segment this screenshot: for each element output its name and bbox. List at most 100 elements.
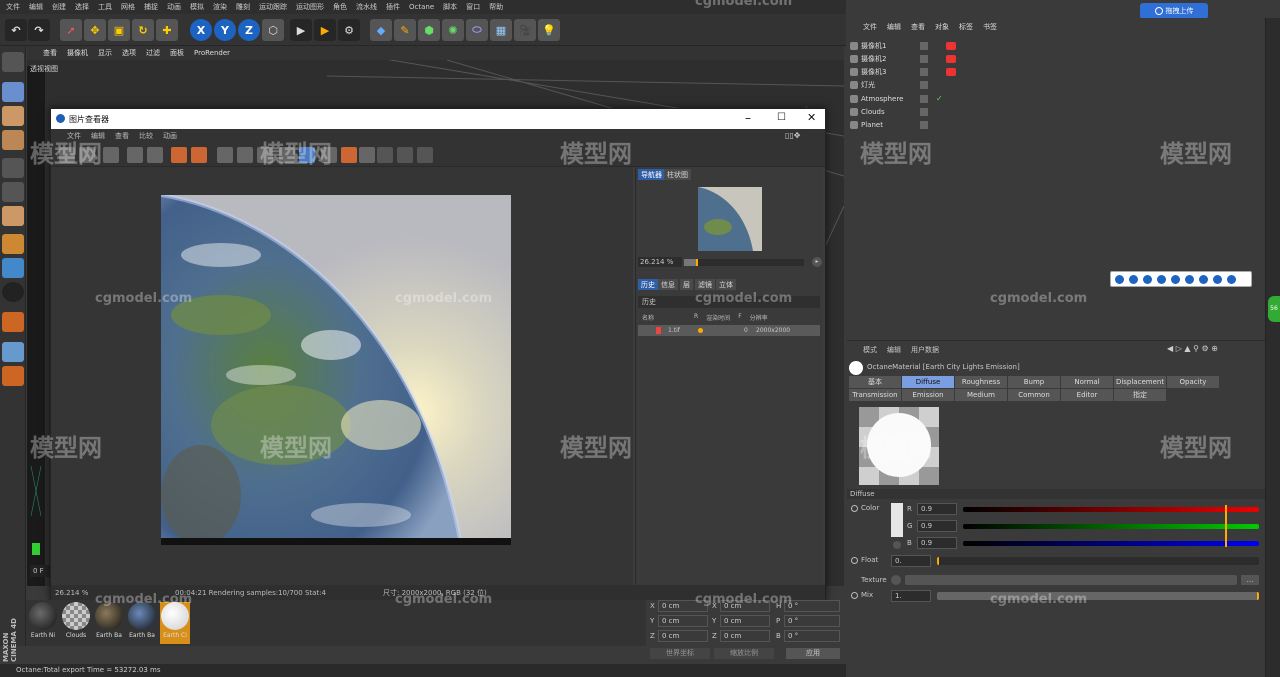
material-tab[interactable]: Emission: [902, 389, 954, 401]
render-settings-icon[interactable]: ⚙: [338, 19, 360, 41]
edges-mode-icon[interactable]: [2, 182, 24, 202]
floor-icon[interactable]: ▦: [490, 19, 512, 41]
menu-item[interactable]: 帮助: [489, 2, 503, 12]
world-coords-dropdown[interactable]: 世界坐标: [650, 648, 710, 659]
visibility-icon[interactable]: [920, 120, 928, 129]
menu-item[interactable]: 角色: [333, 2, 347, 12]
visibility-icon[interactable]: [920, 67, 928, 76]
pv-menu-item[interactable]: 动画: [163, 131, 177, 141]
zoom-arrow-icon[interactable]: ▸: [812, 257, 822, 267]
render-view-icon[interactable]: [127, 147, 143, 163]
apply-button[interactable]: 应用: [786, 648, 840, 659]
tab-histogram[interactable]: 柱状图: [664, 169, 691, 180]
float-anim-icon[interactable]: [851, 557, 858, 564]
tab-info[interactable]: 信息: [658, 279, 678, 290]
object-row[interactable]: 摄像机1: [850, 39, 960, 52]
ime-floating-toolbar[interactable]: [1110, 271, 1252, 287]
material-tab[interactable]: Common: [1008, 389, 1060, 401]
viewport-menu-item[interactable]: ProRender: [194, 49, 230, 57]
layout-3-icon[interactable]: [417, 147, 433, 163]
tab-stereo[interactable]: 立体: [716, 279, 736, 290]
material-tab[interactable]: 基本: [849, 376, 901, 388]
material-tab[interactable]: 指定: [1114, 389, 1166, 401]
material-swatch[interactable]: Earth Ni: [28, 602, 58, 644]
undo-icon[interactable]: ↶: [5, 19, 27, 41]
fit-icon[interactable]: [279, 147, 295, 163]
right-edge-tabs[interactable]: [1265, 18, 1280, 677]
redo-icon[interactable]: ↷: [28, 19, 50, 41]
deformer-icon[interactable]: ⬭: [466, 19, 488, 41]
render-region-icon[interactable]: [147, 147, 163, 163]
material-tab[interactable]: Editor: [1061, 389, 1113, 401]
scale-icon[interactable]: ▣: [108, 19, 130, 41]
material-swatch[interactable]: Clouds: [61, 602, 91, 644]
window-layout-icons[interactable]: ▯▯✥: [785, 131, 821, 141]
axis-z-icon[interactable]: Z: [238, 19, 260, 41]
material-swatch[interactable]: Earth Ci: [160, 602, 190, 644]
pv-menu-item[interactable]: 查看: [115, 131, 129, 141]
b-slider[interactable]: [963, 541, 1259, 546]
pv-menu-item[interactable]: 文件: [67, 131, 81, 141]
material-tab[interactable]: Roughness: [955, 376, 1007, 388]
viewport-menu-item[interactable]: 选项: [122, 48, 136, 58]
object-menu-item[interactable]: 文件: [863, 22, 877, 32]
check-icon[interactable]: ✓: [936, 94, 943, 103]
menu-item[interactable]: 动画: [167, 2, 181, 12]
layout-2-icon[interactable]: [397, 147, 413, 163]
coord-z2-field[interactable]: 0 cm: [720, 630, 770, 642]
histogram-icon[interactable]: [321, 147, 337, 163]
menu-item[interactable]: 流水线: [356, 2, 377, 12]
points-mode-icon[interactable]: [2, 158, 24, 178]
menu-item[interactable]: 插件: [386, 2, 400, 12]
object-row[interactable]: 灯光: [850, 78, 960, 91]
side-badge-icon[interactable]: 56: [1268, 296, 1280, 322]
b-field[interactable]: 0.9: [917, 537, 957, 549]
visibility-icon[interactable]: [920, 41, 928, 50]
render-view-icon[interactable]: ▶: [290, 19, 312, 41]
make-editable-icon[interactable]: [2, 52, 24, 72]
compare-a-icon[interactable]: [217, 147, 233, 163]
coord-y2-field[interactable]: 0 cm: [720, 615, 770, 627]
workplane-lock-icon[interactable]: [2, 366, 24, 386]
ime-settings-icon[interactable]: [1227, 274, 1236, 284]
object-menu-item[interactable]: 查看: [911, 22, 925, 32]
menu-item[interactable]: 窗口: [466, 2, 480, 12]
menu-item[interactable]: 创建: [52, 2, 66, 12]
attribute-menu-item[interactable]: 编辑: [887, 345, 901, 355]
mix-field[interactable]: 1.: [891, 590, 931, 602]
object-row[interactable]: Atmosphere ✓: [850, 92, 960, 105]
light-icon[interactable]: 💡: [538, 19, 560, 41]
material-tab[interactable]: Displacement: [1114, 376, 1166, 388]
viewport-menu-item[interactable]: 显示: [98, 48, 112, 58]
mix-anim-icon[interactable]: [851, 592, 858, 599]
ime-punct-icon[interactable]: [1143, 274, 1152, 284]
coord-z-field[interactable]: 0 cm: [658, 630, 708, 642]
mix-slider[interactable]: [937, 592, 1259, 600]
menu-item[interactable]: 选择: [75, 2, 89, 12]
camera-icon[interactable]: 🎥: [514, 19, 536, 41]
tab-layer[interactable]: 层: [680, 279, 693, 290]
axis-mode-icon[interactable]: [2, 234, 24, 254]
rgb-slider-knob[interactable]: [1225, 505, 1227, 547]
texture-browse-button[interactable]: …: [1241, 575, 1259, 585]
octane-camera-tag-icon[interactable]: [946, 41, 956, 50]
g-slider[interactable]: [963, 524, 1259, 529]
snap-icon[interactable]: [2, 282, 24, 302]
zoom-slider[interactable]: [684, 259, 804, 266]
visibility-icon[interactable]: [920, 107, 928, 116]
texture-arrow-icon[interactable]: [891, 575, 901, 585]
axis-x-icon[interactable]: X: [190, 19, 212, 41]
material-swatch[interactable]: Earth Ba: [127, 602, 157, 644]
pv-menu-item[interactable]: 比较: [139, 131, 153, 141]
rotate-icon[interactable]: ↻: [132, 19, 154, 41]
compare-swap-icon[interactable]: [257, 147, 273, 163]
color-anim-icon[interactable]: [851, 505, 858, 512]
compare-b-icon[interactable]: [237, 147, 253, 163]
menu-item[interactable]: 编辑: [29, 2, 43, 12]
attribute-menu-item[interactable]: 用户数据: [911, 345, 939, 355]
object-menu-item[interactable]: 对象: [935, 22, 949, 32]
zoom-icon[interactable]: [299, 147, 315, 163]
navigator-thumbnail[interactable]: [698, 187, 762, 251]
cloner-icon[interactable]: ✺: [442, 19, 464, 41]
menu-item[interactable]: 运动跟踪: [259, 2, 287, 12]
